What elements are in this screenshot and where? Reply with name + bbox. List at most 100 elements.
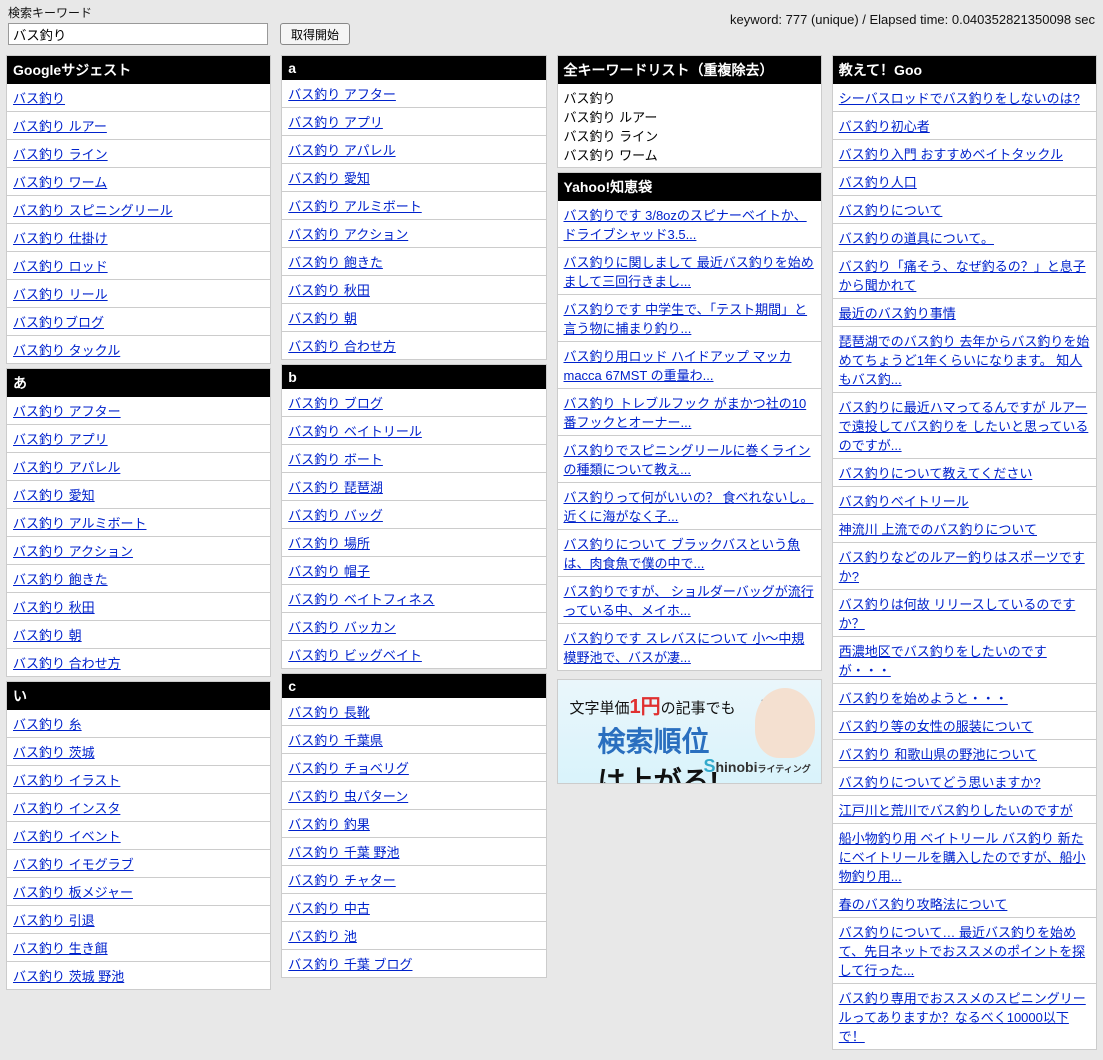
keyword-link[interactable]: バス釣り ベイトフィネス (288, 592, 434, 607)
keyword-link[interactable]: バス釣り バッカン (288, 620, 396, 635)
yahoo-link[interactable]: バス釣りでスピニングリールに巻くラインの種類について教え... (564, 443, 811, 477)
goo-link[interactable]: バス釣りを始めようと・・・ (839, 691, 1008, 706)
yahoo-link[interactable]: バス釣りについて ブラックバスという魚は、肉食魚で僕の中で... (564, 537, 801, 571)
keyword-link[interactable]: バス釣り チャター (288, 873, 395, 888)
all-keywords-textarea[interactable] (558, 84, 821, 164)
keyword-link[interactable]: バス釣り (13, 91, 65, 106)
keyword-link[interactable]: バス釣り 琵琶湖 (288, 480, 383, 495)
goo-link[interactable]: 神流川 上流でのバス釣りについて (839, 522, 1037, 537)
goo-link[interactable]: バス釣り等の女性の服装について (839, 719, 1034, 734)
keyword-link[interactable]: バス釣り 飽きた (288, 255, 383, 270)
keyword-link[interactable]: バス釣り アクション (13, 544, 133, 559)
keyword-link[interactable]: バス釣り スピニングリール (13, 203, 173, 218)
keyword-link[interactable]: バス釣り 釣果 (288, 817, 370, 832)
keyword-link[interactable]: バス釣り バッグ (288, 508, 383, 523)
keyword-link[interactable]: バス釣り アプリ (13, 432, 108, 447)
goo-link[interactable]: 春のバス釣り攻略法について (839, 897, 1008, 912)
yahoo-link[interactable]: バス釣りに関しまして 最近バス釣りを始めまして三回行きまし... (564, 255, 814, 289)
keyword-link[interactable]: バス釣り アプリ (288, 115, 383, 130)
keyword-link[interactable]: バス釣り ワーム (13, 175, 107, 190)
goo-link[interactable]: バス釣りは何故 リリースしているのですか？ (839, 597, 1076, 631)
keyword-link[interactable]: バス釣り イラスト (13, 773, 120, 788)
goo-link[interactable]: バス釣り 和歌山県の野池について (839, 747, 1037, 762)
goo-link[interactable]: バス釣りベイトリール (839, 494, 969, 509)
goo-link[interactable]: バス釣りについて教えてください (839, 466, 1033, 481)
goo-link[interactable]: 琵琶湖でのバス釣り 去年からバス釣りを始めてちょうど1年くらいになります。 知人… (839, 334, 1090, 387)
yahoo-link[interactable]: バス釣りですが、 ショルダーバッグが流行っている中、メイホ... (564, 584, 814, 618)
keyword-link[interactable]: バス釣り 仕掛け (13, 231, 108, 246)
keyword-link[interactable]: バス釣り 帽子 (288, 564, 370, 579)
keyword-link[interactable]: バス釣り 千葉 野池 (288, 845, 399, 860)
keyword-link[interactable]: バス釣り 引退 (13, 913, 95, 928)
keyword-link[interactable]: バス釣り 長靴 (288, 705, 370, 720)
keyword-link[interactable]: バス釣り 茨城 野池 (13, 969, 124, 984)
yahoo-link[interactable]: バス釣りです 中学生で、「テスト期間」と言う物に捕まり釣り... (564, 302, 808, 336)
keyword-link[interactable]: バス釣り ボート (288, 452, 383, 467)
keyword-link[interactable]: バス釣り アルミボート (13, 516, 146, 531)
keyword-link[interactable]: バス釣り アフター (13, 404, 121, 419)
goo-link[interactable]: バス釣り初心者 (839, 119, 930, 134)
yahoo-link[interactable]: バス釣り用ロッド ハイドアップ マッカ macca 67MST の重量わ... (564, 349, 792, 383)
goo-link[interactable]: バス釣りについて (839, 203, 943, 218)
goo-link[interactable]: バス釣りの道具について。 (839, 231, 994, 246)
keyword-link[interactable]: バス釣り ベイトリール (288, 424, 422, 439)
goo-link[interactable]: 江戸川と荒川でバス釣りしたいのですが (839, 803, 1073, 818)
keyword-link[interactable]: バス釣り 中古 (288, 901, 370, 916)
goo-link[interactable]: 西濃地区でバス釣りをしたいのですが・・・ (839, 644, 1047, 678)
keyword-link[interactable]: バス釣り 糸 (13, 717, 82, 732)
keyword-link[interactable]: バス釣り イモグラブ (13, 857, 134, 872)
keyword-link[interactable]: バス釣り 板メジャー (13, 885, 133, 900)
goo-link[interactable]: 最近のバス釣り事情 (839, 306, 956, 321)
goo-link[interactable]: バス釣り入門 おすすめベイトタックル (839, 147, 1063, 162)
goo-link[interactable]: バス釣りに最近ハマってるんですが ルアーで遠投してバス釣りを したいと思っている… (839, 400, 1089, 453)
keyword-link[interactable]: バス釣り 愛知 (288, 171, 370, 186)
keyword-link[interactable]: バス釣り ビッグベイト (288, 648, 422, 663)
keyword-link[interactable]: バス釣り アルミボート (288, 199, 421, 214)
keyword-link[interactable]: バス釣り タックル (13, 343, 120, 358)
keyword-link[interactable]: バス釣り リール (13, 287, 108, 302)
keyword-link[interactable]: バス釣り 千葉県 (288, 733, 383, 748)
yahoo-link[interactable]: バス釣り トレブルフック がまかつ社の10番フックとオーナー... (564, 396, 807, 430)
goo-link[interactable]: バス釣りについて… 最近バス釣りを始めて、先日ネットでおススメのポイントを探して… (839, 925, 1085, 978)
keyword-link[interactable]: バス釣り アフター (288, 87, 396, 102)
keyword-link[interactable]: バス釣り 秋田 (288, 283, 370, 298)
keyword-link[interactable]: バス釣り ロッド (13, 259, 108, 274)
goo-link[interactable]: バス釣り「痛そう、なぜ釣るの？」と息子から聞かれて (839, 259, 1086, 293)
keyword-link[interactable]: バス釣り 合わせ方 (288, 339, 396, 354)
keyword-link[interactable]: バス釣り 場所 (288, 536, 370, 551)
keyword-link[interactable]: バス釣り 虫パターン (288, 789, 408, 804)
yahoo-link[interactable]: バス釣りです 3/8ozのスピナーベイトか、ドライブシャッド3.5... (564, 208, 807, 242)
goo-link[interactable]: シーバスロッドでバス釣りをしないのは? (839, 91, 1080, 106)
keyword-link[interactable]: バス釣り ライン (13, 147, 108, 162)
keyword-link[interactable]: バス釣り ルアー (13, 119, 107, 134)
goo-link[interactable]: バス釣りなどのルアー釣りはスポーツですか? (839, 550, 1085, 584)
keyword-link[interactable]: バス釣り 飽きた (13, 572, 108, 587)
ad-banner[interactable]: 文字単価1円の記事でも♪検索順位は上がる!Shinobiライティング (557, 679, 822, 784)
keyword-link[interactable]: バス釣り 愛知 (13, 488, 95, 503)
goo-link[interactable]: 船小物釣り用 ベイトリール バス釣り 新たにベイトリールを購入したのですが、船小… (839, 831, 1086, 884)
keyword-link[interactable]: バス釣り 合わせ方 (13, 656, 121, 671)
goo-link[interactable]: バス釣り専用でおススメのスピニングリールってありますか？なるべく10000以下で… (839, 991, 1086, 1044)
search-input[interactable] (8, 23, 268, 45)
keyword-link[interactable]: バス釣り インスタ (13, 801, 120, 816)
keyword-link[interactable]: バス釣り アクション (288, 227, 408, 242)
keyword-link[interactable]: バス釣り アパレル (288, 143, 395, 158)
keyword-link[interactable]: バス釣り 池 (288, 929, 357, 944)
keyword-link[interactable]: バス釣り チョベリグ (288, 761, 409, 776)
yahoo-link[interactable]: バス釣りって何がいいの？ 食べれないし。 近くに海がなく子... (564, 490, 814, 524)
yahoo-link[interactable]: バス釣りです スレバスについて 小～中規模野池で、バスが凄... (564, 631, 805, 665)
keyword-link[interactable]: バス釣り イベント (13, 829, 121, 844)
fetch-button[interactable]: 取得開始 (280, 23, 350, 45)
goo-link[interactable]: バス釣り人口 (839, 175, 917, 190)
keyword-link[interactable]: バス釣り 生き餌 (13, 941, 108, 956)
keyword-link[interactable]: バス釣り 朝 (288, 311, 357, 326)
keyword-link[interactable]: バス釣り 茨城 (13, 745, 95, 760)
goo-link[interactable]: バス釣りについてどう思いますか? (839, 775, 1041, 790)
keyword-link[interactable]: バス釣り アパレル (13, 460, 120, 475)
keyword-link[interactable]: バス釣り 秋田 (13, 600, 95, 615)
list-item: バス釣り人口 (833, 168, 1096, 196)
keyword-link[interactable]: バス釣り ブログ (288, 396, 383, 411)
keyword-link[interactable]: バス釣りブログ (13, 315, 104, 330)
keyword-link[interactable]: バス釣り 千葉 ブログ (288, 957, 412, 972)
keyword-link[interactable]: バス釣り 朝 (13, 628, 82, 643)
